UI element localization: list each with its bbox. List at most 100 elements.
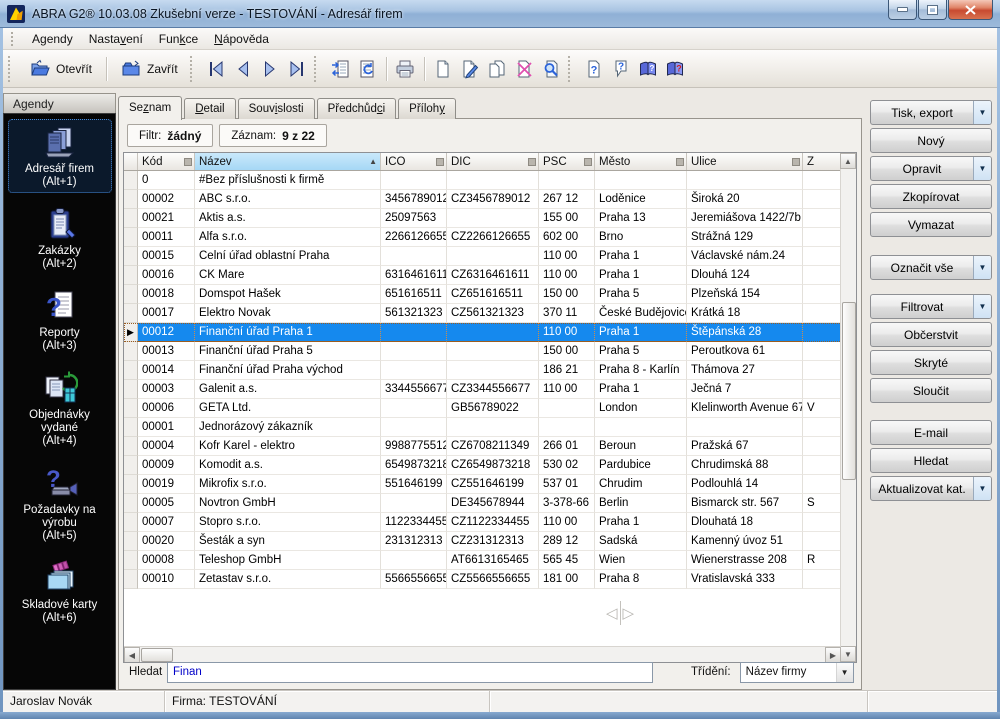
action-vymazat-button[interactable]: Vymazat <box>870 212 992 237</box>
maximize-button[interactable] <box>918 0 947 20</box>
toolbar-grip[interactable] <box>8 55 14 82</box>
action-tisk-export-button[interactable]: Tisk, export ▼ <box>870 100 992 125</box>
preview-record-button[interactable] <box>538 55 565 82</box>
table-row[interactable]: 00016 CK Mare 6316461611 CZ6316461611 110 00… <box>124 266 856 285</box>
sidebar-item-reporty[interactable]: ? Reporty (Alt+3) <box>8 283 112 357</box>
help-button[interactable]: ? <box>581 55 608 82</box>
refresh-records-button[interactable] <box>354 55 381 82</box>
open-agenda-button[interactable]: Otevřít <box>21 55 101 83</box>
action-e-mail-button[interactable]: E-mail <box>870 420 992 445</box>
action-sloucit-button[interactable]: Sloučit <box>870 378 992 403</box>
column-menu-icon[interactable] <box>792 157 800 166</box>
column-menu-icon[interactable] <box>676 157 684 166</box>
dropdown-arrow-icon[interactable]: ▼ <box>973 101 991 124</box>
search-input[interactable] <box>167 661 653 683</box>
sidebar-item-adresar-firem[interactable]: Adresář firem (Alt+1) <box>7 119 112 193</box>
column-header-ico[interactable]: IČO <box>381 153 447 170</box>
dropdown-arrow-icon[interactable]: ▼ <box>973 256 991 279</box>
table-row[interactable]: 00004 Kofr Karel - elektro 9988775512 CZ670… <box>124 437 856 456</box>
next-record-button[interactable] <box>257 55 284 82</box>
edit-record-button[interactable] <box>457 55 484 82</box>
vertical-scrollbar[interactable]: ▲ ▼ <box>840 153 856 662</box>
action-zkopirovat-button[interactable]: Zkopírovat <box>870 184 992 209</box>
tab-detail[interactable]: Detail <box>184 98 236 119</box>
sidebar-item-zakazky[interactable]: Zakázky (Alt+2) <box>8 201 112 275</box>
table-row[interactable]: 00015 Celní úřad oblastní Praha 110 00 Prah… <box>124 247 856 266</box>
table-row[interactable]: ▶ 00012 Finanční úřad Praha 1 110 00 Praha 1… <box>124 323 856 342</box>
table-row[interactable]: 00001 Jednorázový zákazník <box>124 418 856 437</box>
transfer-records-button[interactable] <box>327 55 354 82</box>
action-aktualizovat-kat-button[interactable]: Aktualizovat kat. ▼ <box>870 476 992 501</box>
dropdown-arrow-icon[interactable]: ▼ <box>973 477 991 500</box>
record-counter-box[interactable]: Záznam: 9 z 22 <box>219 124 327 147</box>
table-row[interactable]: 00002 ABC s.r.o. 3456789012 CZ3456789012 267… <box>124 190 856 209</box>
action-oznacit-vse-button[interactable]: Označit vše ▼ <box>870 255 992 280</box>
action-obcerstvit-button[interactable]: Občerstvit <box>870 322 992 347</box>
minimize-button[interactable] <box>888 0 917 20</box>
table-row[interactable]: 00006 GETA Ltd. GB56789022 London Klelinwort… <box>124 399 856 418</box>
sidebar-item-objednavky-vydane[interactable]: Objednávky vydané (Alt+4) <box>8 365 112 452</box>
copy-record-button[interactable] <box>484 55 511 82</box>
column-header-nazev[interactable]: Název ▲ <box>195 153 381 170</box>
tab-souvislosti[interactable]: Souvislosti <box>237 98 315 119</box>
table-row[interactable]: 00005 Novtron GmbH DE345678944 3-378-66 Berl… <box>124 494 856 513</box>
action-hledat-button[interactable]: Hledat <box>870 448 992 473</box>
print-button[interactable] <box>392 55 419 82</box>
sorting-combobox[interactable]: Název firmy ▼ <box>739 661 854 683</box>
table-row[interactable]: 00003 Galenit a.s. 3344556677 CZ3344556677 1… <box>124 380 856 399</box>
scroll-up-icon[interactable]: ▲ <box>840 153 856 169</box>
column-menu-icon[interactable] <box>184 157 192 166</box>
table-row[interactable]: 0 #Bez příslušnosti k firmě <box>124 171 856 190</box>
filter-box[interactable]: Filtr: žádný <box>127 124 214 147</box>
table-row[interactable]: 00020 Šesták a syn 231312313 CZ231312313 289… <box>124 532 856 551</box>
action-skryte-button[interactable]: Skryté <box>870 350 992 375</box>
prev-record-button[interactable] <box>230 55 257 82</box>
tab-predchudci[interactable]: Předchůdci <box>316 98 397 119</box>
menu-agendy[interactable]: Agendy <box>24 29 81 49</box>
delete-record-button[interactable] <box>511 55 538 82</box>
table-row[interactable]: 00018 Domspot Hašek 651616511 CZ651616511 15… <box>124 285 856 304</box>
table-row[interactable]: 00011 Alfa s.r.o. 2266126655 CZ2266126655 60… <box>124 228 856 247</box>
help-book-button[interactable]: ? <box>635 55 662 82</box>
table-row[interactable]: 00017 Elektro Novak 561321323 CZ561321323 37… <box>124 304 856 323</box>
close-agenda-button[interactable]: Zavřít <box>112 55 187 83</box>
help-index-button[interactable]: ? <box>662 55 689 82</box>
table-row[interactable]: 00014 Finanční úřad Praha východ 186 21 Pra… <box>124 361 856 380</box>
column-menu-icon[interactable] <box>528 157 536 166</box>
column-menu-icon[interactable] <box>584 157 592 166</box>
menubar-grip[interactable] <box>11 31 16 46</box>
column-menu-icon[interactable] <box>436 157 444 166</box>
menu-napoveda[interactable]: Nápověda <box>206 29 277 49</box>
table-row[interactable]: 00009 Komodit a.s. 6549873218 CZ6549873218 5… <box>124 456 856 475</box>
action-filtrovat-button[interactable]: Filtrovat ▼ <box>870 294 992 319</box>
dropdown-arrow-icon[interactable]: ▼ <box>973 295 991 318</box>
menu-funkce[interactable]: Funkce <box>151 29 206 49</box>
table-row[interactable]: 00008 Teleshop GmbH AT6613165465 565 45 Wien… <box>124 551 856 570</box>
tab-seznam[interactable]: Seznam <box>118 96 183 120</box>
dropdown-arrow-icon[interactable]: ▼ <box>973 157 991 180</box>
new-record-button[interactable] <box>430 55 457 82</box>
table-row[interactable]: 00007 Stopro s.r.o. 1122334455 CZ1122334455… <box>124 513 856 532</box>
action-opravit-button[interactable]: Opravit ▼ <box>870 156 992 181</box>
sidebar-item-pozadavky-na-vyrobu[interactable]: ? Požadavky na výrobu (Alt+5) <box>8 460 112 547</box>
action-novy-button[interactable]: Nový <box>870 128 992 153</box>
table-row[interactable]: 00010 Zetastav s.r.o. 5566556655 CZ55665566… <box>124 570 856 589</box>
context-help-button[interactable]: ? <box>608 55 635 82</box>
table-row[interactable]: 00019 Mikrofix s.r.o. 551646199 CZ551646199… <box>124 475 856 494</box>
menu-nastaveni[interactable]: Nastavení <box>81 29 151 49</box>
sidebar-item-skladove-karty[interactable]: Skladové karty (Alt+6) <box>8 555 112 629</box>
column-header-kod[interactable]: Kód <box>138 153 195 170</box>
column-header-psc[interactable]: PSČ <box>539 153 595 170</box>
column-header-dic[interactable]: DIČ <box>447 153 539 170</box>
table-row[interactable]: 00021 Aktis a.s. 25097563 155 00 Praha 13 Jer… <box>124 209 856 228</box>
last-record-button[interactable] <box>284 55 311 82</box>
tab-prilohy[interactable]: Přílohy <box>398 98 456 119</box>
table-row[interactable]: 00013 Finanční úřad Praha 5 150 00 Praha 5P… <box>124 342 856 361</box>
column-header-mesto[interactable]: Město <box>595 153 687 170</box>
column-splitter-icon[interactable]: ◁ ▷ <box>606 601 634 625</box>
column-header-z[interactable]: Z <box>803 153 840 170</box>
close-button[interactable] <box>948 0 993 20</box>
column-header-ulice[interactable]: Ulice <box>687 153 803 170</box>
first-record-button[interactable] <box>203 55 230 82</box>
vertical-scroll-thumb[interactable] <box>842 302 856 480</box>
